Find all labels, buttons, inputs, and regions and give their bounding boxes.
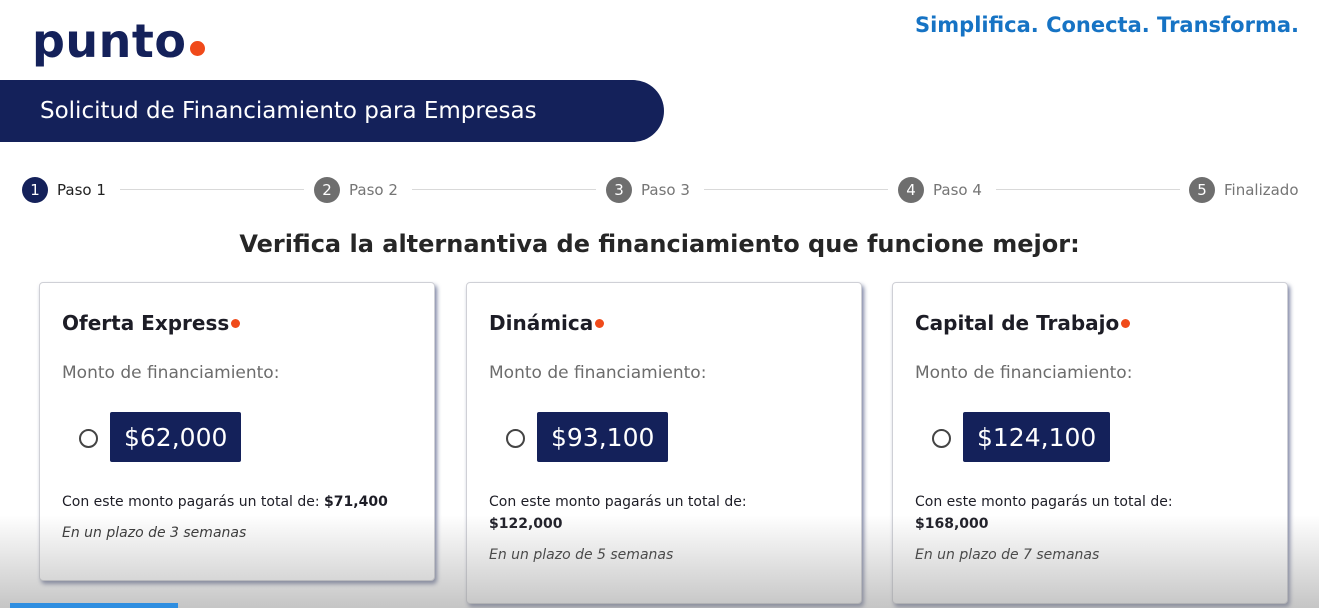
step-connector [120, 189, 304, 190]
total-prefix: Con este monto pagarás un total de: [489, 494, 747, 510]
step-2[interactable]: 2 Paso 2 [314, 176, 398, 204]
step-label: Finalizado [1224, 181, 1299, 199]
term-text: En un plazo de 5 semanas [489, 547, 674, 563]
header-slogan: Simplifica. Conecta. Transforma. [914, 13, 1299, 37]
total-text: Con este monto pagarás un total de: $71,… [62, 491, 388, 513]
punto-logo[interactable]: punto [32, 6, 205, 64]
amount-badge: $93,100 [537, 412, 669, 462]
step-number: 2 [314, 177, 340, 203]
total-text: Con este monto pagarás un total de: $122… [489, 491, 747, 535]
logo-dot-icon [189, 41, 205, 56]
step-connector [996, 189, 1180, 190]
page-title: Solicitud de Financiamiento para Empresa… [40, 98, 537, 124]
step-number: 4 [898, 177, 924, 203]
card-title-text: Dinámica [489, 311, 594, 335]
term-text: En un plazo de 7 semanas [915, 547, 1100, 563]
card-title: Oferta Express [62, 311, 241, 335]
offer-radio[interactable] [79, 429, 98, 448]
section-heading: Verifica la alternantiva de financiamien… [239, 230, 1080, 258]
amount-label: Monto de financiamiento: [62, 363, 280, 383]
title-dot-icon [595, 319, 605, 328]
step-number: 5 [1189, 177, 1215, 203]
title-dot-icon [1121, 319, 1131, 328]
step-connector [412, 189, 596, 190]
step-label: Paso 4 [933, 181, 982, 199]
total-amount: $71,400 [324, 494, 388, 510]
term-text: En un plazo de 3 semanas [62, 525, 247, 541]
step-label: Paso 1 [57, 181, 106, 199]
step-1[interactable]: 1 Paso 1 [22, 176, 106, 204]
title-dot-icon [231, 319, 241, 328]
step-3[interactable]: 3 Paso 3 [606, 176, 690, 204]
card-title: Dinámica [489, 311, 605, 335]
offer-radio[interactable] [506, 429, 525, 448]
page-title-banner: Solicitud de Financiamiento para Empresa… [0, 80, 664, 142]
progress-stepper: 1 Paso 1 2 Paso 2 3 Paso 3 4 Paso 4 5 Fi… [22, 176, 1304, 204]
step-label: Paso 2 [349, 181, 398, 199]
offer-card-oferta-express[interactable]: Oferta Express Monto de financiamiento: … [39, 282, 435, 581]
amount-label: Monto de financiamiento: [489, 363, 707, 383]
offer-card-dinamica[interactable]: Dinámica Monto de financiamiento: $93,10… [466, 282, 862, 604]
total-prefix: Con este monto pagarás un total de: [915, 494, 1173, 510]
step-number: 3 [606, 177, 632, 203]
total-text: Con este monto pagarás un total de: $168… [915, 491, 1173, 535]
logo-text: punto [32, 14, 187, 68]
offer-radio[interactable] [932, 429, 951, 448]
bottom-accent-bar [10, 603, 178, 608]
step-5-finalizado[interactable]: 5 Finalizado [1189, 176, 1299, 204]
total-amount: $122,000 [489, 516, 563, 532]
card-title-text: Oferta Express [62, 311, 230, 335]
offer-card-capital-de-trabajo[interactable]: Capital de Trabajo Monto de financiamien… [892, 282, 1288, 604]
amount-label: Monto de financiamiento: [915, 363, 1133, 383]
step-label: Paso 3 [641, 181, 690, 199]
card-title: Capital de Trabajo [915, 311, 1131, 335]
amount-badge: $62,000 [110, 412, 242, 462]
step-4[interactable]: 4 Paso 4 [898, 176, 982, 204]
total-prefix: Con este monto pagarás un total de: [62, 494, 320, 510]
total-amount: $168,000 [915, 516, 989, 532]
card-title-text: Capital de Trabajo [915, 311, 1120, 335]
step-connector [704, 189, 888, 190]
amount-badge: $124,100 [963, 412, 1111, 462]
step-number: 1 [22, 177, 48, 203]
